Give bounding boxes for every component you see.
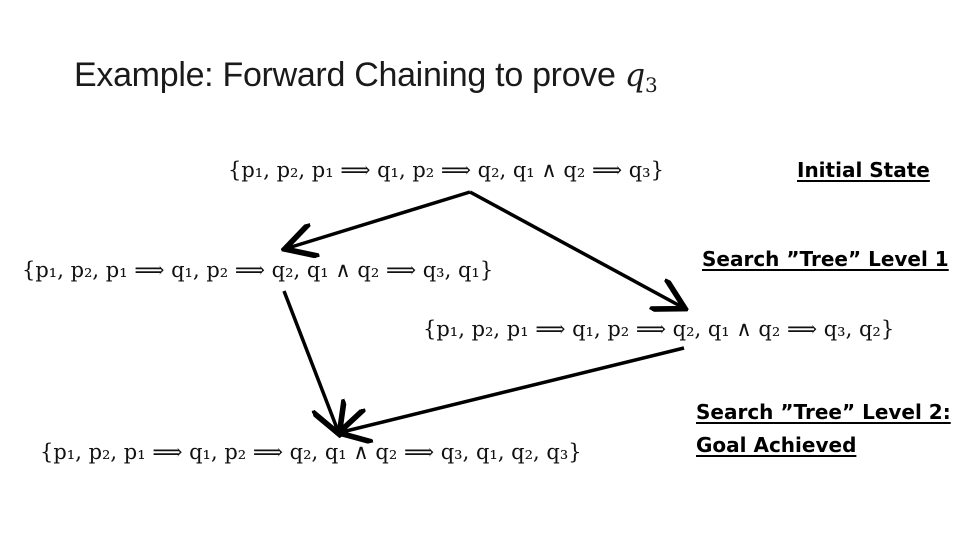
- edges-layer: [0, 190, 960, 540]
- edge-level1-left-to-level2: [282, 290, 338, 431]
- edge-initial-to-level1-left: [288, 190, 471, 248]
- edge-initial-to-level1-right: [469, 190, 682, 307]
- edge-level1-right-to-level2: [342, 346, 685, 432]
